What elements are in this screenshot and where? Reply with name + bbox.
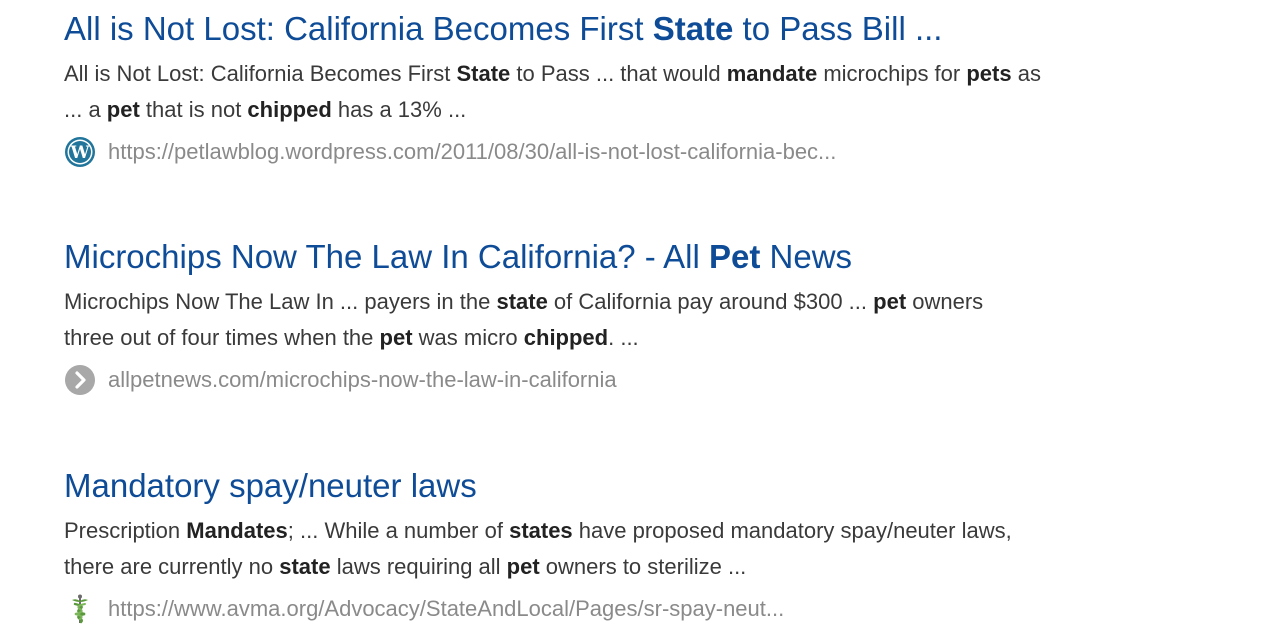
result-url-link[interactable]: https://petlawblog.wordpress.com/2011/08… (108, 139, 836, 165)
highlighted-term: State (652, 10, 734, 47)
highlighted-term: mandate (726, 61, 818, 86)
text-segment: ... a (64, 97, 107, 122)
text-segment: ; ... While a number of (287, 518, 510, 543)
text-segment: All is Not Lost: California Becomes Firs… (64, 61, 457, 86)
highlighted-term: pet (106, 97, 140, 122)
result-url-row: W https://petlawblog.wordpress.com/2011/… (64, 134, 1214, 170)
result-snippet: All is Not Lost: California Becomes Firs… (64, 56, 1214, 128)
text-segment: owners to sterilize ... (539, 554, 747, 579)
highlighted-term: pet (506, 554, 540, 579)
text-segment: has a 13% ... (331, 97, 467, 122)
text-segment: Prescription (64, 518, 187, 543)
wordpress-icon: W (64, 136, 96, 168)
search-result: Microchips Now The Law In California? - … (64, 236, 1214, 398)
text-segment: laws requiring all (330, 554, 507, 579)
snippet-line: Microchips Now The Law In ... payers in … (64, 284, 1214, 320)
text-segment: have proposed mandatory spay/neuter laws… (572, 518, 1012, 543)
snippet-line: Prescription Mandates; ... While a numbe… (64, 513, 1214, 549)
highlighted-term: states (509, 518, 573, 543)
text-segment: there are currently no (64, 554, 280, 579)
chevron-right-circle-icon (64, 364, 96, 396)
highlighted-term: state (279, 554, 331, 579)
highlighted-term: chipped (247, 97, 332, 122)
search-result: All is Not Lost: California Becomes Firs… (64, 8, 1214, 170)
snippet-line: there are currently no state laws requir… (64, 549, 1214, 585)
snippet-line: All is Not Lost: California Becomes Firs… (64, 56, 1214, 92)
result-url-link[interactable]: allpetnews.com/microchips-now-the-law-in… (108, 367, 617, 393)
highlighted-term: Mandates (186, 518, 288, 543)
text-segment: All is Not Lost: California Becomes Firs… (64, 10, 653, 47)
result-title-link[interactable]: All is Not Lost: California Becomes Firs… (64, 8, 1214, 50)
caduceus-icon (64, 593, 96, 625)
result-title-link[interactable]: Microchips Now The Law In California? - … (64, 236, 1214, 278)
text-segment: microchips for (817, 61, 967, 86)
result-title-link[interactable]: Mandatory spay/neuter laws (64, 465, 1214, 507)
snippet-line: three out of four times when the pet was… (64, 320, 1214, 356)
text-segment: as (1011, 61, 1041, 86)
svg-text:W: W (69, 143, 90, 163)
text-segment: . ... (608, 325, 639, 350)
highlighted-term: pet (873, 289, 907, 314)
highlighted-term: pets (966, 61, 1012, 86)
highlighted-term: chipped (523, 325, 609, 350)
result-url-row: allpetnews.com/microchips-now-the-law-in… (64, 362, 1214, 398)
text-segment: Microchips Now The Law In ... payers in … (64, 289, 497, 314)
text-segment: that is not (139, 97, 248, 122)
text-segment: of California pay around $300 ... (547, 289, 874, 314)
text-segment: News (760, 238, 853, 275)
result-url-row: https://www.avma.org/Advocacy/StateAndLo… (64, 591, 1214, 627)
search-result: Mandatory spay/neuter laws Prescription … (64, 465, 1214, 627)
result-snippet: Microchips Now The Law In ... payers in … (64, 284, 1214, 356)
highlighted-term: pet (379, 325, 413, 350)
text-segment: to Pass Bill ... (733, 10, 943, 47)
snippet-line: ... a pet that is not chipped has a 13% … (64, 92, 1214, 128)
text-segment: three out of four times when the (64, 325, 380, 350)
text-segment: Microchips Now The Law In California? - … (64, 238, 709, 275)
result-snippet: Prescription Mandates; ... While a numbe… (64, 513, 1214, 585)
text-segment: to Pass ... that would (510, 61, 727, 86)
result-url-link[interactable]: https://www.avma.org/Advocacy/StateAndLo… (108, 596, 784, 622)
highlighted-term: state (496, 289, 548, 314)
text-segment: owners (906, 289, 984, 314)
search-results: All is Not Lost: California Becomes Firs… (0, 0, 1261, 632)
text-segment: was micro (412, 325, 524, 350)
text-segment: Mandatory spay/neuter laws (64, 467, 477, 504)
highlighted-term: Pet (708, 238, 761, 275)
highlighted-term: State (456, 61, 511, 86)
